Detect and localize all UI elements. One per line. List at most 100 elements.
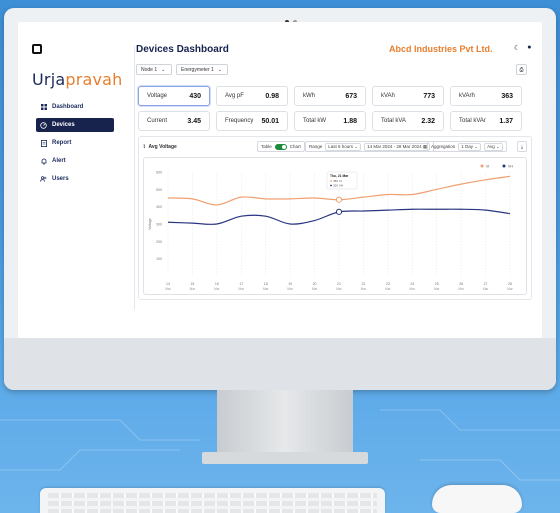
x-tick-label: 27 <box>484 282 488 286</box>
metric-card-kvarh[interactable]: kVArh 363 <box>450 86 522 106</box>
metric-card-avg-pf[interactable]: Avg pF 0.98 <box>216 86 288 106</box>
metric-card-current[interactable]: Current 3.45 <box>138 111 210 131</box>
y-axis-label: Voltage <box>148 218 152 230</box>
x-tick-label: Mar <box>263 287 269 291</box>
key-row <box>48 493 377 498</box>
x-tick-label: 16 <box>215 282 219 286</box>
x-tick-label: Mar <box>410 287 416 291</box>
x-tick-label: 26 <box>459 282 463 286</box>
sidebar-nav: Dashboard Devices Report Alert Users <box>36 100 114 190</box>
metric-label: kVAh <box>381 93 395 99</box>
monitor-stand-base <box>202 452 368 464</box>
y-tick-label: 100 <box>156 257 162 261</box>
chart-title: ⌇ Avg Voltage <box>143 144 177 150</box>
node-select[interactable]: Node 1 ⌄ <box>136 64 172 75</box>
metric-value: 773 <box>423 92 435 100</box>
report-icon <box>40 139 47 147</box>
sidebar-item-label: Dashboard <box>52 104 84 110</box>
metric-card-total-kvar[interactable]: Total kVAr 1.37 <box>450 111 522 131</box>
metric-value: 673 <box>345 92 357 100</box>
metric-card-kwh[interactable]: kWh 673 <box>294 86 366 106</box>
metric-value: 50.01 <box>261 117 279 125</box>
meter-select[interactable]: Energymeter 1 ⌄ <box>176 64 228 75</box>
x-tick-label: 24 <box>410 282 414 286</box>
x-tick-label: 23 <box>386 282 390 286</box>
sidebar-item-label: Devices <box>52 122 75 128</box>
page-title: Devices Dashboard <box>136 44 229 55</box>
metric-value: 1.37 <box>499 117 513 125</box>
metric-card-voltage[interactable]: Voltage 430 <box>138 86 210 106</box>
metric-card-total-kw[interactable]: Total kW 1.88 <box>294 111 366 131</box>
x-tick-label: Mar <box>190 287 196 291</box>
view-toggle: Table Chart <box>257 141 305 152</box>
sidebar-item-report[interactable]: Report <box>36 136 114 150</box>
metric-card-kvah[interactable]: kVAh 773 <box>372 86 444 106</box>
bell-icon <box>40 158 47 165</box>
x-tick-label: 18 <box>264 282 268 286</box>
app-logo-icon[interactable] <box>32 44 42 54</box>
chart-title-text: Avg Voltage <box>148 143 177 150</box>
metric-value: 0.98 <box>265 92 279 100</box>
x-tick-label: 22 <box>361 282 365 286</box>
sidebar-item-label: Alert <box>52 158 66 164</box>
range-select[interactable]: Last 6 hours ⌄ <box>325 142 362 151</box>
x-tick-label: 19 <box>288 282 292 286</box>
date-range-value: 14 Mar 2024 - 28 Mar 2024 <box>367 144 422 149</box>
sidebar-item-users[interactable]: Users <box>36 172 114 186</box>
tooltip-date: Thu, 21 Mar <box>330 174 349 178</box>
aggregation-filter: Aggregation 1 Day ⌄ Avg ⌄ <box>427 141 507 152</box>
tooltip-marker <box>330 184 332 187</box>
x-tick-label: 21 <box>337 282 341 286</box>
metric-label: kWh <box>303 93 315 99</box>
monitor: Urjapravah Dashboard Devices Report Aler… <box>4 8 556 390</box>
chart-svg: 600500400300200100Voltage14Mar15Mar16Mar… <box>148 164 514 291</box>
y-tick-label: 400 <box>156 205 162 209</box>
print-button[interactable]: ⎙ <box>516 64 527 75</box>
sidebar-item-alert[interactable]: Alert <box>36 154 114 168</box>
date-range-picker[interactable]: 14 Mar 2024 - 28 Mar 2024 ▦ <box>364 142 431 151</box>
sidebar-item-dashboard[interactable]: Dashboard <box>36 100 114 114</box>
range-value: Last 6 hours <box>328 144 354 149</box>
user-icon[interactable]: ● <box>527 44 531 52</box>
x-tick-label: Mar <box>336 287 342 291</box>
x-tick-label: Mar <box>507 287 513 291</box>
key-row <box>48 501 377 506</box>
x-tick-label: Mar <box>239 287 245 291</box>
legend-label: VH <box>508 164 513 168</box>
agg-period-select[interactable]: 1 Day ⌄ <box>458 142 482 151</box>
chart-label: Chart <box>289 144 301 149</box>
range-filter: Range Last 6 hours ⌄ 14 Mar 2024 - 28 Ma… <box>305 141 435 152</box>
line-chart: 600 500 400 300 200 100 Voltage 14 Mar 15 Mar 16 Mar… <box>143 157 527 295</box>
metric-label: Total kW <box>303 118 327 124</box>
y-tick-label: 500 <box>156 188 162 192</box>
node-select-value: Node 1 <box>141 66 158 73</box>
metric-label: kVArh <box>459 93 475 99</box>
devices-icon <box>40 121 47 129</box>
highlight-point <box>335 196 343 203</box>
header-actions: ☾ ● <box>514 44 532 52</box>
legend-label: VI <box>486 164 489 168</box>
x-tick-label: 15 <box>190 282 194 286</box>
table-label: Table <box>261 144 272 149</box>
monitor-chin <box>4 338 556 390</box>
agg-fn-select[interactable]: Avg ⌄ <box>484 142 503 151</box>
metric-value: 430 <box>189 92 201 100</box>
legend-marker <box>502 164 506 168</box>
metric-card-total-kva[interactable]: Total kVA 2.32 <box>372 111 444 131</box>
x-tick-label: 25 <box>435 282 439 286</box>
screen: Urjapravah Dashboard Devices Report Aler… <box>18 22 542 338</box>
tooltip-line: 320 VH <box>333 184 343 188</box>
sidebar-item-devices[interactable]: Devices <box>36 118 114 132</box>
download-button[interactable]: ⤓ <box>517 141 527 152</box>
metric-value: 363 <box>501 92 513 100</box>
monitor-stand <box>217 390 353 452</box>
metric-card-frequency[interactable]: Frequency 50.01 <box>216 111 288 131</box>
theme-toggle-icon[interactable]: ☾ <box>514 44 520 52</box>
metric-label: Total kVAr <box>459 118 486 124</box>
x-tick-label: 14 <box>166 282 170 286</box>
view-toggle-switch[interactable] <box>274 143 287 150</box>
tooltip-marker <box>330 180 332 182</box>
grid-icon <box>40 104 47 111</box>
metric-value: 2.32 <box>421 117 435 125</box>
aggregation-label: Aggregation <box>431 144 456 149</box>
